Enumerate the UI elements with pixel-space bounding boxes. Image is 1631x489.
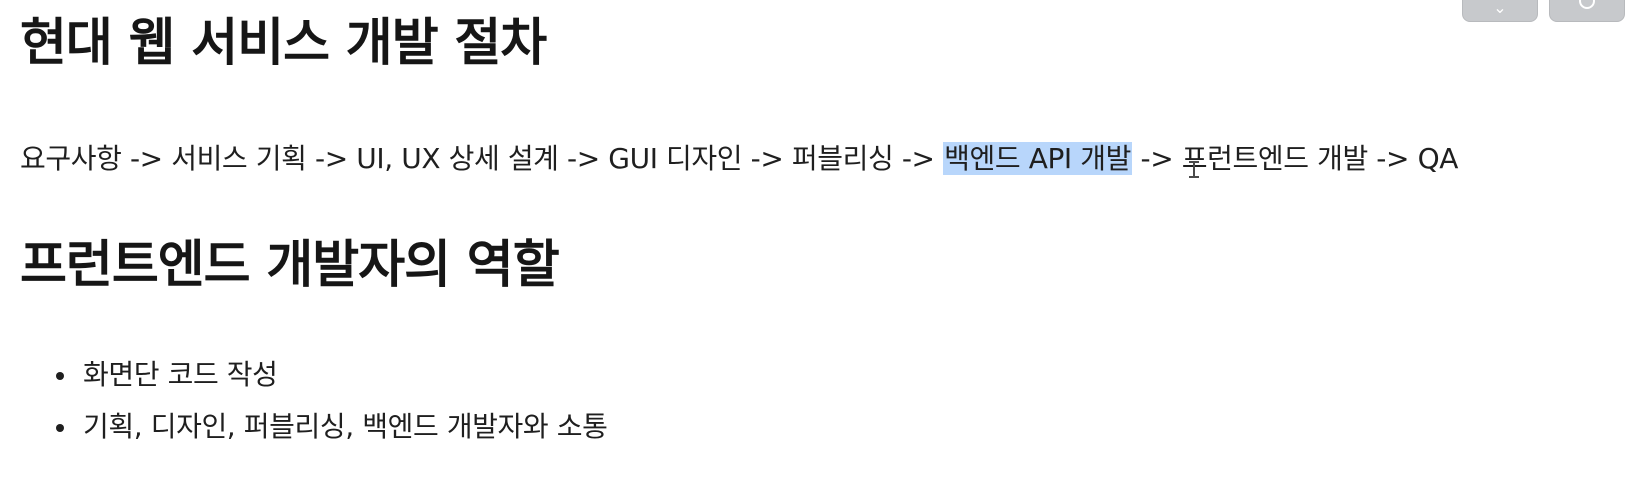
process-text-after-selection: -> 프런트엔드 개발 -> QA	[1132, 142, 1459, 175]
role-list: 화면단 코드 작성 기획, 디자인, 퍼블리싱, 백엔드 개발자와 소통	[56, 356, 856, 460]
bullet-icon	[56, 372, 64, 380]
process-paragraph[interactable]: 요구사항 -> 서비스 기획 -> UI, UX 상세 설계 -> GUI 디자…	[20, 140, 1610, 178]
selected-text[interactable]: 백엔드 API 개발	[943, 142, 1133, 175]
text-cursor-icon	[1189, 161, 1199, 178]
top-toolbar: ⌄	[1461, 0, 1631, 22]
role-text: 화면단 코드 작성	[83, 358, 278, 391]
share-button[interactable]: ⌄	[1462, 0, 1538, 22]
document-page: ⌄ 현대 웹 서비스 개발 절차 요구사항 -> 서비스 기획 -> UI, U…	[0, 0, 1631, 489]
page-title: 현대 웹 서비스 개발 절차	[20, 14, 547, 73]
process-text-before-selection: 요구사항 -> 서비스 기획 -> UI, UX 상세 설계 -> GUI 디자…	[20, 142, 944, 175]
share-icon: ⌄	[1493, 0, 1507, 17]
section-title: 프런트엔드 개발자의 역할	[20, 236, 560, 295]
circle-button[interactable]	[1549, 0, 1625, 22]
bullet-icon	[56, 424, 64, 432]
circle-icon	[1579, 0, 1595, 9]
role-list-item: 기획, 디자인, 퍼블리싱, 백엔드 개발자와 소통	[56, 408, 856, 460]
role-list-item: 화면단 코드 작성	[56, 356, 856, 408]
role-text: 기획, 디자인, 퍼블리싱, 백엔드 개발자와 소통	[83, 410, 608, 443]
